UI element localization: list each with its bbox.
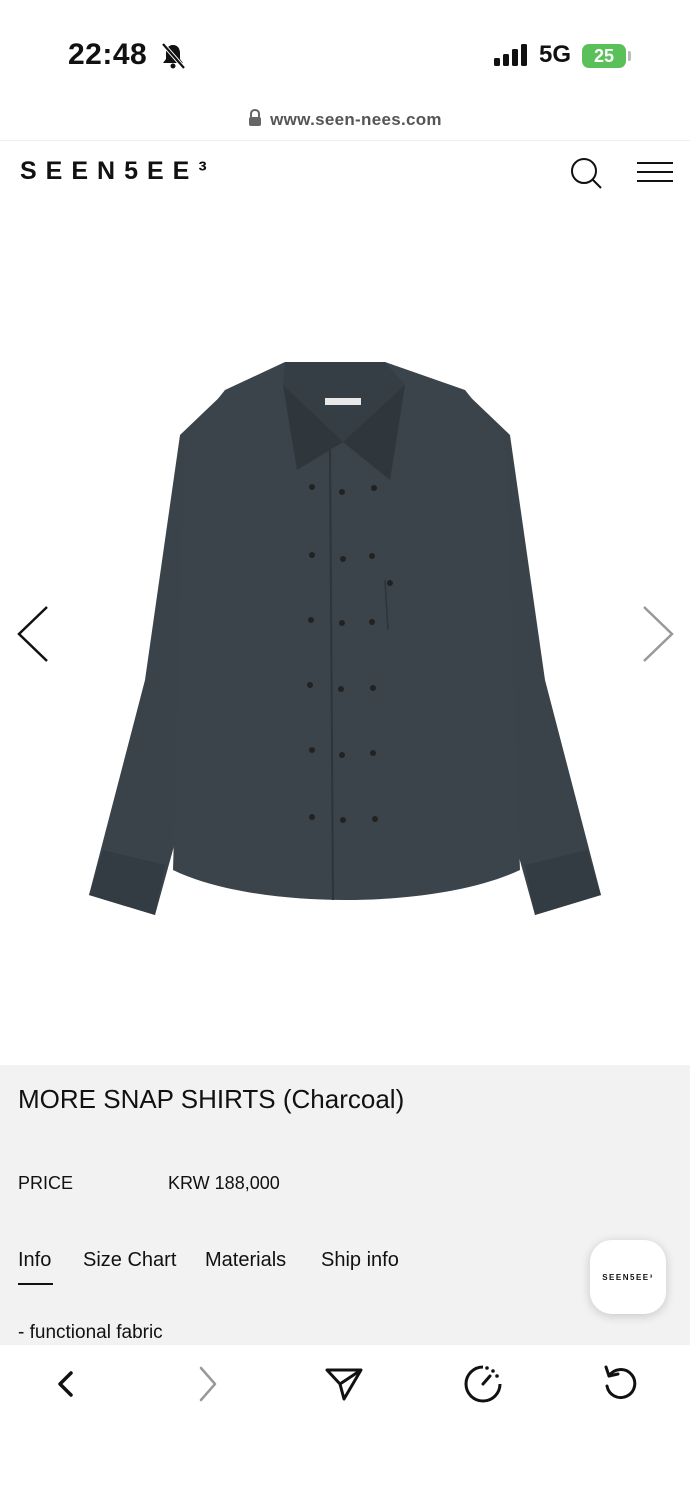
search-icon[interactable] xyxy=(568,155,604,196)
speed-icon[interactable] xyxy=(462,1363,504,1405)
address-bar[interactable]: www.seen-nees.com xyxy=(0,100,690,140)
share-icon[interactable] xyxy=(323,1363,365,1405)
back-icon[interactable] xyxy=(45,1363,87,1405)
bell-muted-icon xyxy=(160,42,186,75)
chevron-right-icon[interactable] xyxy=(640,605,676,668)
floating-logo-text: SEEN5EE³ xyxy=(602,1272,654,1282)
tab-size-chart[interactable]: Size Chart xyxy=(83,1249,176,1272)
site-logo[interactable]: SEEN5EE³ xyxy=(20,157,216,186)
lock-icon xyxy=(248,108,262,132)
tab-ship-info[interactable]: Ship info xyxy=(321,1249,399,1272)
price-label: PRICE xyxy=(18,1173,74,1193)
price-value: KRW 188,000 xyxy=(168,1173,280,1193)
product-detail-line: - functional fabric xyxy=(18,1322,163,1343)
tab-info[interactable]: Info xyxy=(18,1249,51,1272)
reload-icon[interactable] xyxy=(600,1363,642,1405)
url-text: www.seen-nees.com xyxy=(270,110,442,129)
battery-cap xyxy=(628,51,631,61)
tab-materials[interactable]: Materials xyxy=(205,1249,286,1272)
battery-indicator: 25 xyxy=(582,44,626,68)
network-type: 5G xyxy=(539,41,572,68)
hamburger-menu-icon[interactable] xyxy=(637,161,673,188)
product-image xyxy=(85,350,605,925)
forward-icon[interactable] xyxy=(186,1363,228,1405)
status-time: 22:48 xyxy=(68,38,148,71)
battery-level: 25 xyxy=(593,45,615,66)
status-bar: 22:48 5G 25 xyxy=(0,0,690,100)
chevron-left-icon[interactable] xyxy=(15,605,51,668)
floating-chat-button[interactable]: SEEN5EE³ xyxy=(590,1240,666,1314)
site-header: SEEN5EE³ xyxy=(0,140,690,204)
active-tab-indicator xyxy=(18,1283,53,1285)
product-title: MORE SNAP SHIRTS (Charcoal) xyxy=(18,1084,405,1114)
cellular-signal-icon xyxy=(494,44,530,71)
